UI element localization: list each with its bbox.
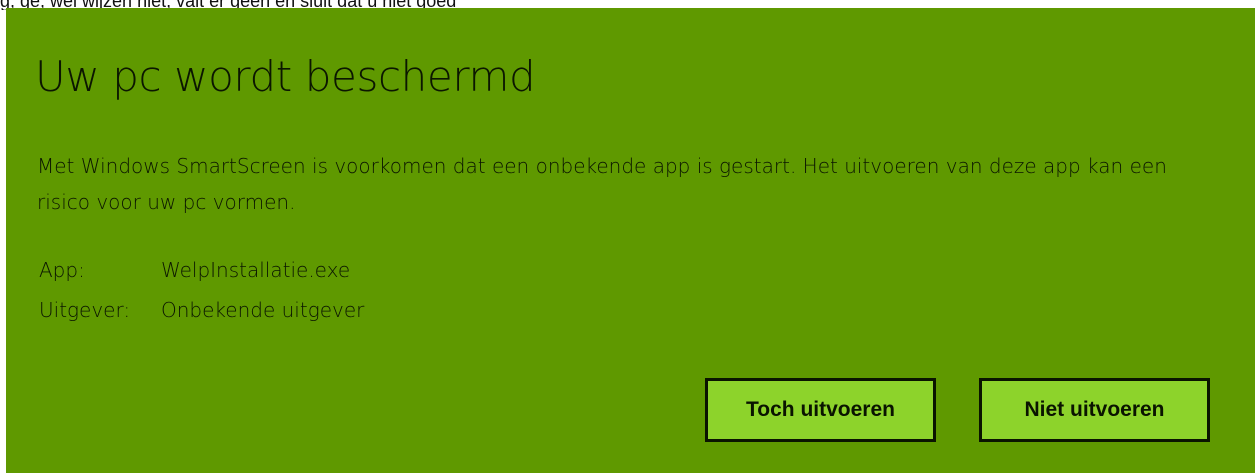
smartscreen-dialog: Uw pc wordt beschermd Met Windows SmartS… (6, 8, 1255, 473)
app-name: WelpInstallatie.exe (161, 258, 351, 282)
screen: g, ge, wel wijzen niet, valt er geen en … (0, 0, 1255, 473)
warning-message: Met Windows SmartScreen is voorkomen dat… (37, 154, 1167, 214)
publisher-name: Onbekende uitgever (161, 298, 365, 322)
app-details: App: WelpInstallatie.exe Uitgever: Onbek… (39, 250, 364, 330)
app-label: App: (39, 258, 85, 282)
publisher-detail-row: Uitgever: Onbekende uitgever (39, 290, 364, 330)
dont-run-button[interactable]: Niet uitvoeren (979, 378, 1210, 442)
publisher-label: Uitgever: (39, 298, 131, 322)
dialog-title: Uw pc wordt beschermd (35, 52, 536, 101)
run-anyway-button[interactable]: Toch uitvoeren (705, 378, 936, 442)
app-detail-row: App: WelpInstallatie.exe (39, 250, 364, 290)
